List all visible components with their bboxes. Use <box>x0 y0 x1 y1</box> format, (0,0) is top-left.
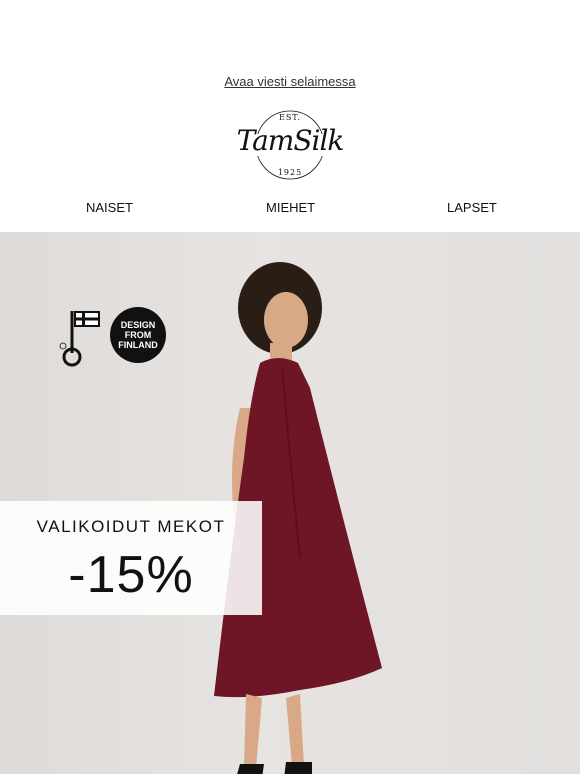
badge-line-1: DESIGN <box>120 320 156 330</box>
nav-item-lapset[interactable]: LAPSET <box>447 200 497 215</box>
nav-item-naiset[interactable]: NAISET <box>86 200 133 215</box>
promo-box[interactable]: VALIKOIDUT MEKOT -15% <box>0 501 262 615</box>
nav-item-miehet[interactable]: MIEHET <box>266 200 315 215</box>
badge-line-3: FINLAND <box>118 340 158 350</box>
logo-year: 1925 <box>277 168 303 177</box>
promo-discount: -15% <box>68 546 194 604</box>
tamsilk-logo[interactable]: EST. TamSilk 1925 <box>226 106 354 184</box>
main-nav: NAISET MIEHET LAPSET <box>0 200 580 216</box>
key-flag-icon <box>59 311 100 367</box>
view-in-browser: Avaa viesti selaimessa <box>0 74 580 89</box>
badge-line-2: FROM <box>124 330 152 340</box>
hero-banner[interactable]: DESIGN FROM FINLAND VALIKOIDUT MEKOT -15… <box>0 232 580 774</box>
view-in-browser-link[interactable]: Avaa viesti selaimessa <box>224 74 355 89</box>
logo-est: EST. <box>278 113 302 122</box>
design-from-finland-badge: DESIGN FROM FINLAND <box>110 307 166 363</box>
logo-wordmark: TamSilk <box>236 124 345 157</box>
promo-title: VALIKOIDUT MEKOT <box>36 517 226 536</box>
